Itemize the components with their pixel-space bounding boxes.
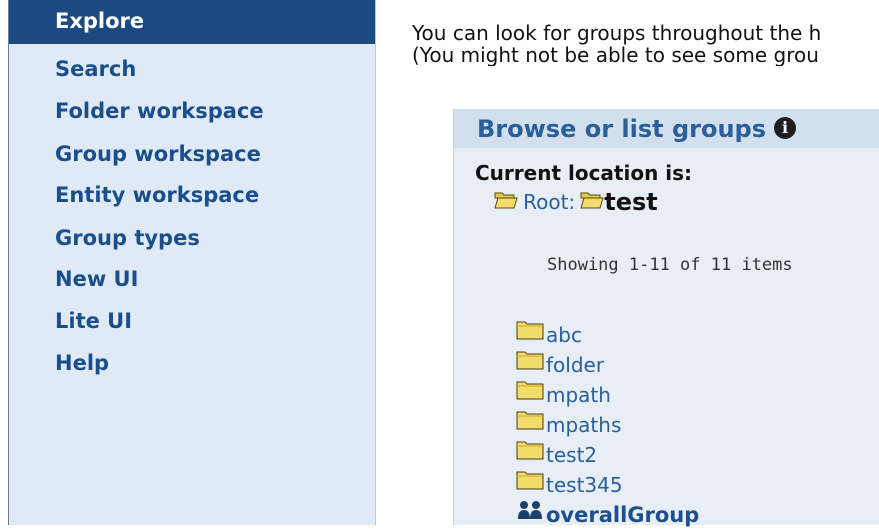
list-item[interactable]: folder [516,349,699,379]
folder-link[interactable]: mpaths [546,413,621,437]
intro-line-2: (You might not be able to see some grou [412,43,819,66]
folder-link[interactable]: abc [546,323,582,347]
folder-link[interactable]: mpath [546,383,611,407]
list-item[interactable]: test2 [516,439,699,469]
sidebar-item-group-workspace[interactable]: Group workspace [9,134,375,176]
breadcrumb: Root: test [494,188,658,216]
intro-text: You can look for groups throughout the h… [412,22,879,66]
panel-title-text: Browse or list groups [477,115,767,143]
folder-icon [516,470,544,500]
sidebar-item-help[interactable]: Help [9,343,375,385]
folder-icon [516,380,544,410]
sidebar-item-search[interactable]: Search [9,49,375,91]
folder-icon [516,320,544,350]
folder-icon [516,350,544,380]
group-icon [516,500,544,530]
group-link[interactable]: overallGroup [546,503,699,527]
current-location-label: Current location is: [475,161,693,185]
sidebar-divider [375,0,376,525]
folder-link[interactable]: folder [546,353,604,377]
folder-icon [516,410,544,440]
open-folder-icon [494,190,518,214]
folder-link[interactable]: test345 [546,473,623,497]
list-item[interactable]: mpaths [516,409,699,439]
sidebar-item-folder-workspace[interactable]: Folder workspace [9,91,375,133]
breadcrumb-current: test [604,188,658,216]
list-item[interactable]: test345 [516,469,699,499]
list-item[interactable]: mpath [516,379,699,409]
sidebar-item-group-types[interactable]: Group types [9,218,375,260]
items-count-status: Showing 1-11 of 11 items [547,255,793,275]
panel-title: Browse or list groups i [477,114,797,144]
group-list: abc folder mpath mpaths test2 test345 ov… [516,319,699,529]
sidebar-item-lite-ui[interactable]: Lite UI [9,301,375,343]
sidebar: Explore Search Folder workspace Group wo… [9,0,375,525]
open-folder-icon [580,190,604,214]
info-icon[interactable]: i [774,117,797,139]
sidebar-item-entity-workspace[interactable]: Entity workspace [9,175,375,217]
sidebar-item-new-ui[interactable]: New UI [9,259,375,301]
panel-header: Browse or list groups i [454,109,879,148]
intro-line-1: You can look for groups throughout the h [412,22,822,45]
sidebar-item-explore[interactable]: Explore [9,0,375,44]
window-edge [0,0,8,525]
breadcrumb-root-link[interactable]: Root: [523,190,575,214]
folder-icon [516,440,544,470]
list-item[interactable]: abc [516,319,699,349]
folder-link[interactable]: test2 [546,443,597,467]
browse-panel: Browse or list groups i Current location … [453,109,879,527]
